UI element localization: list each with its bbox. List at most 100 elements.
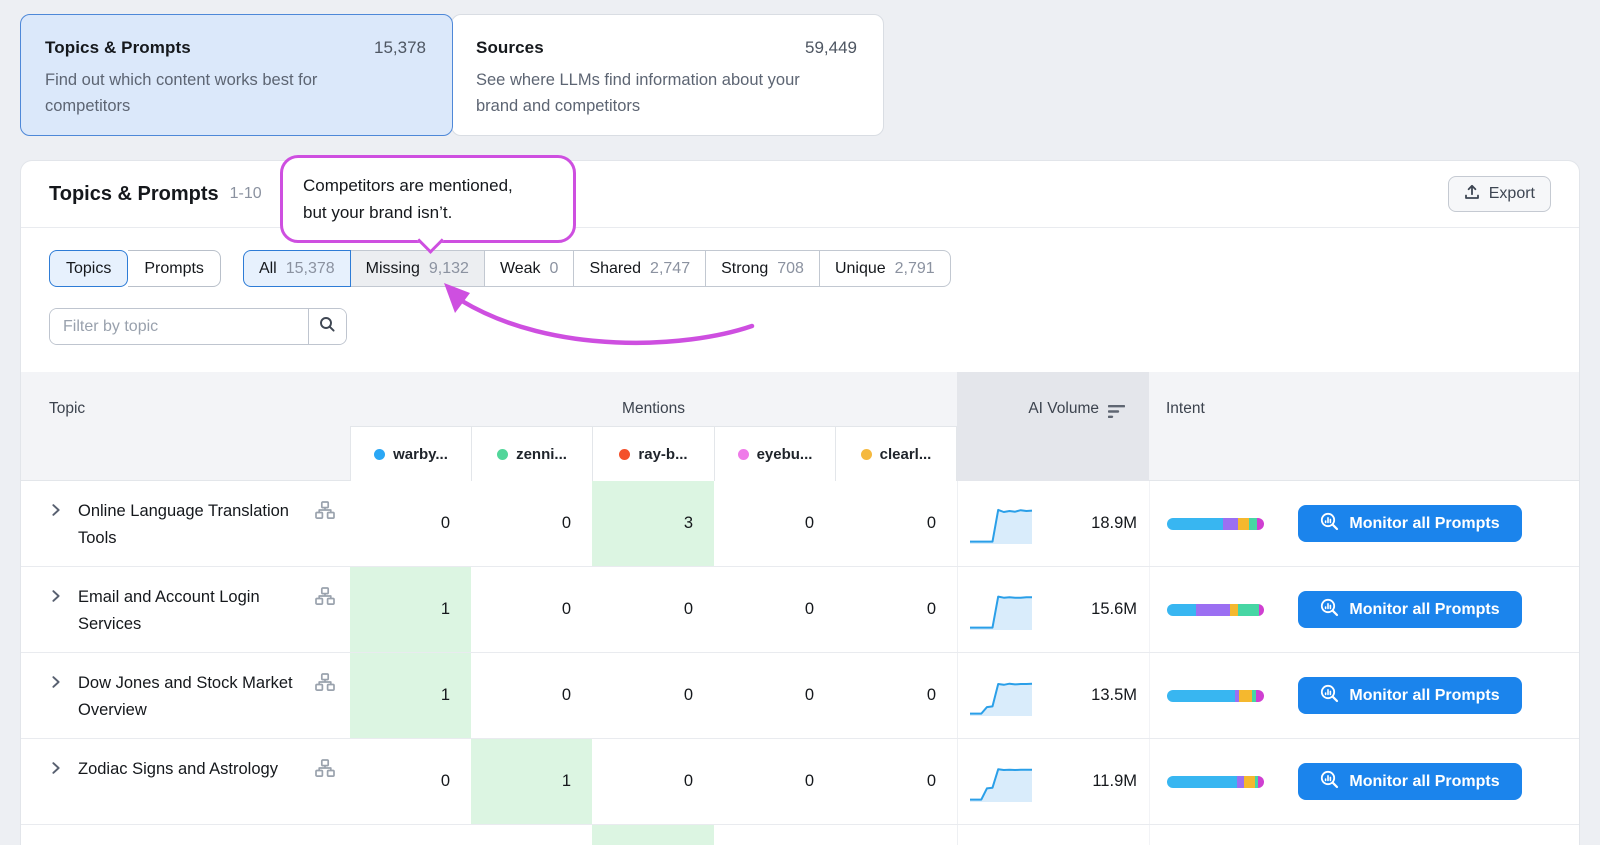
search-button[interactable] <box>308 309 346 344</box>
magnifier-chart-icon <box>1320 512 1339 536</box>
chip-label: Strong <box>721 260 768 278</box>
brand-dot <box>861 449 872 460</box>
hierarchy-icon[interactable] <box>315 673 335 697</box>
tab-topics-prompts[interactable]: Topics & Prompts 15,378 Find out which c… <box>20 14 453 136</box>
topic-cell <box>21 825 350 845</box>
mention-cell: 1 <box>350 567 471 652</box>
brand-dot <box>497 449 508 460</box>
ai-volume-value: 15.6M <box>1091 600 1137 619</box>
monitor-label: Monitor all Prompts <box>1349 773 1499 791</box>
mention-cell: 0 <box>592 567 714 652</box>
trend-sparkline <box>968 501 1034 547</box>
mention-cell: 0 <box>835 739 957 824</box>
topic-cell: Zodiac Signs and Astrology <box>21 739 350 824</box>
intent-cell: Monitor all Prompts <box>1149 481 1579 566</box>
brand-subheader: warby... zenni... ray-b... eyebu... clea… <box>350 426 957 481</box>
mention-cell <box>471 825 592 845</box>
hierarchy-icon[interactable] <box>315 759 335 783</box>
upload-icon <box>1464 184 1480 205</box>
topics-prompts-toggle: Topics Prompts <box>49 250 221 287</box>
brand-label: ray-b... <box>638 446 687 463</box>
table-row: Online Language Translation Tools 0 0 3 … <box>21 481 1579 567</box>
chip-label: Shared <box>589 260 641 278</box>
chevron-right-icon[interactable] <box>49 761 63 824</box>
chip-strong[interactable]: Strong 708 <box>706 250 820 287</box>
column-header-ai-volume[interactable]: AI Volume <box>957 372 1149 481</box>
toggle-prompts[interactable]: Prompts <box>128 250 221 287</box>
mention-cell: 0 <box>835 653 957 738</box>
monitor-all-prompts-button[interactable]: Monitor all Prompts <box>1298 677 1522 714</box>
magnifier-chart-icon <box>1320 598 1339 622</box>
hierarchy-icon[interactable] <box>315 587 335 611</box>
ai-volume-value: 13.5M <box>1091 686 1137 705</box>
intent-bar <box>1167 690 1264 702</box>
mention-cell: 3 <box>592 481 714 566</box>
chip-label: Unique <box>835 260 886 278</box>
card-title: Sources <box>476 38 544 58</box>
brand-dot <box>619 449 630 460</box>
table-row: Zodiac Signs and Astrology 0 1 0 0 0 11.… <box>21 739 1579 825</box>
brand-label: zenni... <box>516 446 567 463</box>
mention-cell: 0 <box>592 653 714 738</box>
chevron-right-icon[interactable] <box>49 503 63 566</box>
magnifier-chart-icon <box>1320 770 1339 794</box>
mention-filter-chips: All 15,378 Missing 9,132 Weak 0 Shared 2… <box>243 250 951 287</box>
monitor-all-prompts-button[interactable]: Monitor all Prompts <box>1298 763 1522 800</box>
topic-name[interactable]: Email and Account Login Services <box>78 584 304 652</box>
brand-header: eyebu... <box>714 427 835 481</box>
column-header-topic: Topic <box>49 400 85 418</box>
trend-sparkline <box>968 673 1034 719</box>
chip-count: 15,378 <box>286 260 335 278</box>
toggle-label: Topics <box>66 260 111 278</box>
chip-count: 0 <box>550 260 559 278</box>
mention-cell: 0 <box>835 567 957 652</box>
mention-cell <box>592 825 714 845</box>
table-row: Dow Jones and Stock Market Overview 1 0 … <box>21 653 1579 739</box>
monitor-label: Monitor all Prompts <box>1349 601 1499 619</box>
column-header-mentions: Mentions <box>350 400 957 418</box>
chevron-right-icon[interactable] <box>49 675 63 738</box>
annotation-line1: Competitors are mentioned, <box>303 172 553 199</box>
toggle-label: Prompts <box>144 260 204 278</box>
hierarchy-icon[interactable] <box>315 501 335 525</box>
chip-unique[interactable]: Unique 2,791 <box>820 250 951 287</box>
monitor-label: Monitor all Prompts <box>1349 515 1499 533</box>
mention-cell <box>350 825 471 845</box>
mention-cell: 0 <box>592 739 714 824</box>
chip-all[interactable]: All 15,378 <box>243 250 351 287</box>
monitor-all-prompts-button[interactable]: Monitor all Prompts <box>1298 591 1522 628</box>
mention-cell: 0 <box>714 567 835 652</box>
chip-shared[interactable]: Shared 2,747 <box>574 250 706 287</box>
magnifier-chart-icon <box>1320 684 1339 708</box>
magnifier-icon <box>319 316 336 338</box>
topic-name[interactable]: Online Language Translation Tools <box>78 498 304 566</box>
export-label: Export <box>1489 185 1535 203</box>
chip-label: Missing <box>366 260 420 278</box>
filter-controls: Topics Prompts All 15,378 Missing 9,132 … <box>49 250 1551 287</box>
topic-name[interactable]: Dow Jones and Stock Market Overview <box>78 670 304 738</box>
intent-cell: Monitor all Prompts <box>1149 567 1579 652</box>
tab-sources[interactable]: Sources 59,449 See where LLMs find infor… <box>451 14 884 136</box>
topic-name[interactable]: Zodiac Signs and Astrology <box>78 756 278 824</box>
export-button[interactable]: Export <box>1448 176 1551 212</box>
page-title: Topics & Prompts <box>49 183 219 206</box>
brand-header: warby... <box>350 427 471 481</box>
mention-cell: 0 <box>714 481 835 566</box>
column-header-intent: Intent <box>1166 400 1205 418</box>
monitor-all-prompts-button[interactable]: Monitor all Prompts <box>1298 505 1522 542</box>
mention-cell: 0 <box>714 653 835 738</box>
toggle-topics[interactable]: Topics <box>49 250 128 287</box>
ai-volume-cell <box>957 825 1149 845</box>
intent-bar <box>1167 604 1264 616</box>
chevron-right-icon[interactable] <box>49 589 63 652</box>
annotation-callout: Competitors are mentioned, but your bran… <box>280 155 576 243</box>
trend-sparkline <box>968 759 1034 805</box>
mention-cell: 0 <box>350 739 471 824</box>
topic-filter <box>49 308 347 345</box>
mention-cell: 1 <box>350 653 471 738</box>
chip-missing[interactable]: Missing 9,132 <box>351 250 485 287</box>
topics-prompts-panel: Topics & Prompts 1-10 Export Topics Prom… <box>20 160 1580 845</box>
chip-label: Weak <box>500 260 541 278</box>
chip-weak[interactable]: Weak 0 <box>485 250 575 287</box>
search-input[interactable] <box>50 309 308 344</box>
